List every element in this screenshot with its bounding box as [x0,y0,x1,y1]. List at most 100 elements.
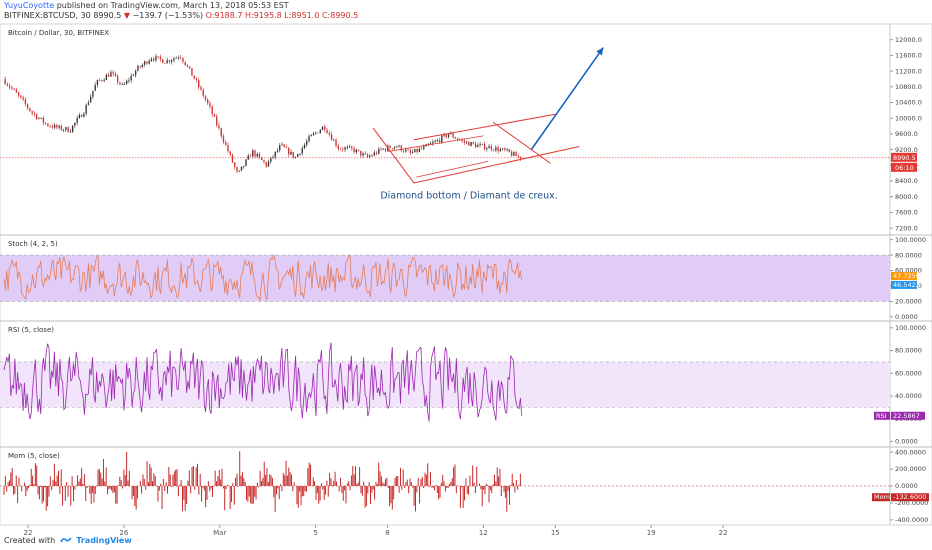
candle-body [492,149,495,151]
candle-body [290,151,292,155]
candle-body [150,58,153,61]
candle-body [373,152,375,156]
candle-body [303,144,306,149]
axis-tick-label: 7600.0 [895,209,918,217]
arrow-head-icon [596,47,604,56]
footer-brand[interactable]: TradingView [76,536,131,545]
axis-tick-label: 200.0000 [895,465,926,473]
axis-tick-label: 0.0000 [895,482,918,490]
candle-body [510,152,513,156]
data-layer [0,53,890,512]
rsi-value-label: 22.5867 [893,412,920,420]
candle-body [375,152,378,154]
candle-body [501,148,504,150]
candle-body [216,116,218,126]
candle-body [198,80,200,88]
candle-body [171,60,173,62]
candle-body [6,84,9,86]
axis-tick-label: 60.0000 [895,369,922,377]
time-tick-label: 22 [719,529,728,537]
candle-body [454,137,457,139]
candle-body [254,150,256,157]
candle-body [335,139,337,146]
axis-tick-label: 10400.0 [895,99,922,107]
candle-body [58,125,60,128]
candle-body [96,79,99,85]
candle-body [495,147,497,151]
candle-body [312,133,315,135]
candle-body [339,148,342,150]
candle-body [472,142,475,144]
candle-body [249,155,252,157]
candle-body [128,80,130,82]
candle-body [17,92,20,96]
candle-body [281,144,283,146]
candle-body [168,60,171,62]
candle-body [60,125,63,130]
candle-body [74,122,76,126]
stoch-value-label: 47.7259 [893,272,920,280]
candle-body [8,85,11,88]
candle-body [265,162,267,167]
last-price-label: 8990.5 [893,154,916,162]
candle-body [333,139,335,141]
mom-tag-label: Mom [874,493,890,501]
axis-tick-label: 100.0000 [895,236,926,244]
candle-body [479,144,481,146]
candle-body [362,153,364,156]
axis-tick-label: 9600.0 [895,130,918,138]
candle-body [393,146,396,149]
candle-body [204,96,207,100]
axis-tick-label: 10000.0 [895,114,922,122]
candle-body [53,124,56,128]
candle-body [263,160,265,163]
candle-body [144,61,146,65]
candle-body [234,162,236,168]
candle-body [164,62,166,64]
candle-body [364,153,366,155]
candle-body [330,134,333,140]
pattern-left-upper [372,127,415,184]
candle-body [299,153,301,155]
candle-body [297,154,299,157]
candle-body [80,114,83,117]
candle-body [117,75,119,83]
candle-body [432,142,434,144]
candle-body [207,99,209,104]
candle-body [65,127,67,130]
candle-body [231,154,234,163]
candle-body [344,147,346,150]
candle-body [166,60,168,64]
candle-body [279,145,281,151]
candle-body [436,140,439,142]
candle-body [47,123,49,126]
candle-body [35,114,38,119]
chart-canvas[interactable]: Diamond bottom / Diamant de creux. 12000… [0,0,932,550]
axis-tick-label: 9200.0 [895,146,918,154]
candle-body [285,147,288,149]
pattern-right-lower [492,121,551,164]
candle-body [371,155,373,157]
axis-tick-label: 11200.0 [895,67,922,75]
candle-body [240,166,243,171]
candle-body [87,102,90,105]
candle-body [38,118,40,120]
candle-body [252,150,254,157]
candle-body [288,147,290,155]
candle-body [123,84,126,85]
candle-body [225,142,227,145]
time-tick-label: 19 [647,529,656,537]
candle-body [42,117,45,123]
candle-body [119,82,121,85]
candle-body [306,141,308,145]
candle-body [351,146,353,149]
candle-body [76,118,78,123]
time-tick-label: 8 [385,529,389,537]
candle-body [301,148,303,154]
axis-tick-label: 8000.0 [895,193,918,201]
candle-body [137,66,139,71]
candle-body [369,155,371,157]
candle-body [378,148,380,154]
candle-body [463,140,466,143]
candle-body [292,151,294,158]
